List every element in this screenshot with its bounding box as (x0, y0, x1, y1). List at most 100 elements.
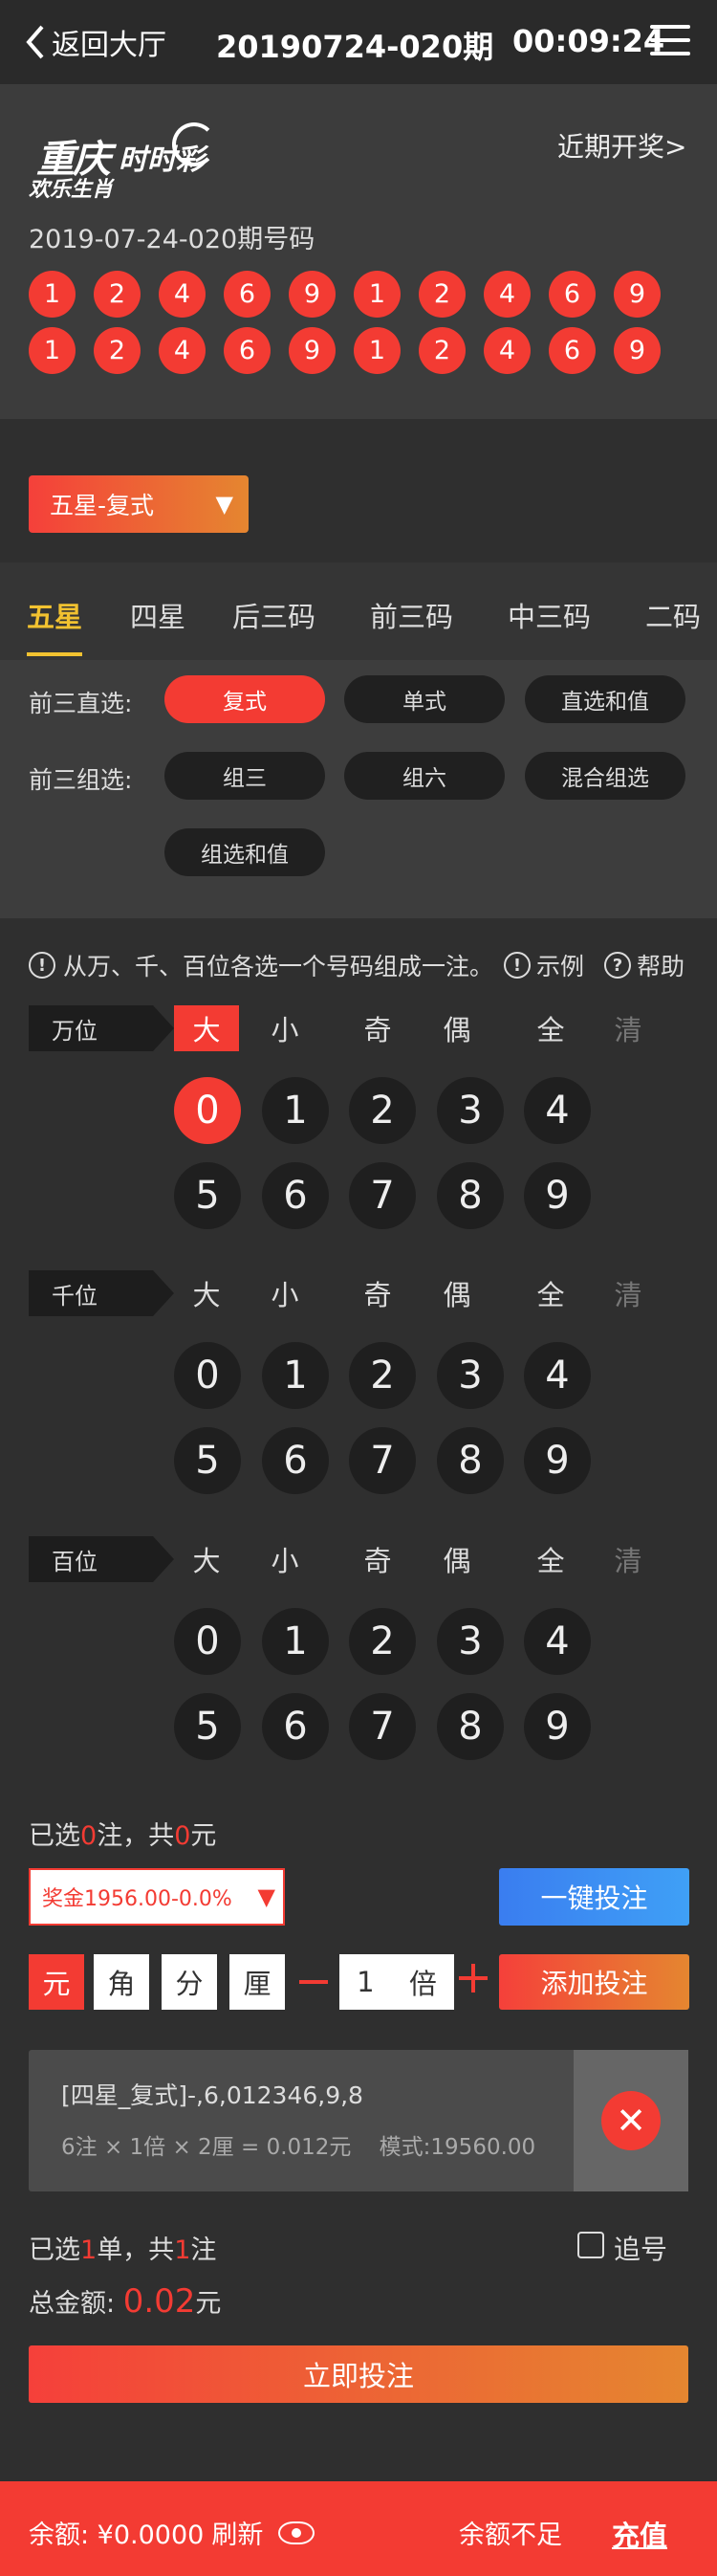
digit-ball[interactable]: 9 (524, 1693, 591, 1760)
back-button[interactable]: 返回大厅 (25, 21, 166, 63)
option-single[interactable]: 单式 (344, 675, 505, 723)
tab-two-code[interactable]: 二码 (645, 595, 701, 635)
digit-ball[interactable]: 6 (262, 1162, 329, 1229)
help-link[interactable]: ? 帮助 (604, 948, 684, 982)
tab-last-three[interactable]: 后三码 (232, 595, 315, 635)
recharge-link[interactable]: 充值 (612, 2514, 667, 2554)
filter-odd[interactable]: 奇 (345, 1005, 410, 1051)
decrease-multiplier-button[interactable] (299, 1980, 328, 1984)
digit-ball[interactable]: 5 (174, 1693, 241, 1760)
balance-footer: 余额: ¥0.0000 刷新 余额不足 充值 (0, 2481, 717, 2576)
tab-five-star[interactable]: 五星 (27, 595, 83, 656)
position-hundreds: 百位 大 小 奇 偶 全 清 0 1 2 3 4 5 6 7 8 9 (0, 1536, 717, 1760)
digit-ball[interactable]: 4 (524, 1077, 591, 1144)
one-key-bet-button[interactable]: 一键投注 (499, 1868, 689, 1926)
draw-ball: 4 (159, 271, 206, 318)
digit-ball[interactable]: 2 (349, 1608, 416, 1675)
digit-ball[interactable]: 7 (349, 1162, 416, 1229)
option-compound[interactable]: 复式 (164, 675, 325, 723)
refresh-button[interactable]: 刷新 (211, 2514, 263, 2551)
option-group-six[interactable]: 组六 (344, 752, 505, 800)
bet-now-button[interactable]: 立即投注 (29, 2345, 688, 2403)
digit-ball[interactable]: 9 (524, 1162, 591, 1229)
digit-ball[interactable]: 7 (349, 1427, 416, 1494)
group-label: 前三组选: (29, 766, 133, 794)
filter-even[interactable]: 偶 (424, 1536, 489, 1582)
draw-ball: 2 (419, 327, 466, 374)
option-mixed-group[interactable]: 混合组选 (525, 752, 685, 800)
digit-ball[interactable]: 5 (174, 1427, 241, 1494)
filter-clear[interactable]: 清 (596, 1536, 661, 1582)
play-tip: ! 从万、千、百位各选一个号码组成一注。 (29, 948, 493, 982)
digit-ball[interactable]: 3 (437, 1342, 504, 1409)
chase-checkbox[interactable] (577, 2232, 604, 2258)
play-mode-dropdown[interactable]: 五星-复式 ▼ (29, 475, 249, 533)
filter-small[interactable]: 小 (252, 1536, 317, 1582)
tab-four-star[interactable]: 四星 (130, 595, 185, 635)
draw-ball: 1 (354, 271, 401, 318)
digit-ball[interactable]: 0 (174, 1608, 241, 1675)
digit-ball[interactable]: 0 (174, 1077, 241, 1144)
position-ten-thousands: 万位 大 小 奇 偶 全 清 0 1 2 3 4 5 6 7 8 9 (0, 1005, 717, 1229)
digit-ball[interactable]: 1 (262, 1077, 329, 1144)
filter-small[interactable]: 小 (252, 1005, 317, 1051)
digit-ball[interactable]: 0 (174, 1342, 241, 1409)
digit-ball[interactable]: 8 (437, 1162, 504, 1229)
digit-ball[interactable]: 4 (524, 1342, 591, 1409)
filter-all[interactable]: 全 (518, 1270, 583, 1316)
play-tabs: 五星 四星 后三码 前三码 中三码 二码 (0, 562, 717, 660)
option-group-three[interactable]: 组三 (164, 752, 325, 800)
digit-ball[interactable]: 2 (349, 1077, 416, 1144)
bet-item: [四星_复式]-,6,012346,9,8 6注 × 1倍 × 2厘 = 0.0… (29, 2050, 688, 2191)
recent-draws-link[interactable]: 近期开奖> (557, 126, 686, 165)
lottery-logo: 重庆 时时彩 欢乐生肖 (29, 122, 220, 202)
filter-small[interactable]: 小 (252, 1270, 317, 1316)
filter-big[interactable]: 大 (174, 1536, 239, 1582)
filter-clear[interactable]: 清 (596, 1270, 661, 1316)
unit-yuan[interactable]: 元 (29, 1954, 84, 2010)
filter-even[interactable]: 偶 (424, 1270, 489, 1316)
digit-ball[interactable]: 2 (349, 1342, 416, 1409)
draw-balls-row-2: 1 2 4 6 9 1 2 4 6 9 (29, 327, 661, 374)
chase-label: 追号 (614, 2234, 668, 2265)
bonus-dropdown[interactable]: 奖金1956.00-0.0% ▼ (29, 1868, 285, 1926)
unit-li[interactable]: 厘 (229, 1954, 285, 2010)
delete-bet-button[interactable]: ✕ (574, 2050, 688, 2191)
digit-ball[interactable]: 9 (524, 1427, 591, 1494)
filter-odd[interactable]: 奇 (345, 1270, 410, 1316)
filter-all[interactable]: 全 (518, 1005, 583, 1051)
filter-even[interactable]: 偶 (424, 1005, 489, 1051)
tab-first-three[interactable]: 前三码 (370, 595, 453, 635)
insufficient-balance-text: 余额不足 (459, 2521, 562, 2550)
filter-big[interactable]: 大 (174, 1270, 239, 1316)
hamburger-menu-icon[interactable] (650, 25, 690, 59)
option-direct-sum[interactable]: 直选和值 (525, 675, 685, 723)
digit-ball[interactable]: 3 (437, 1077, 504, 1144)
increase-multiplier-button[interactable] (459, 1964, 488, 1993)
multiplier-unit: 倍 (408, 1968, 437, 2000)
filter-all[interactable]: 全 (518, 1536, 583, 1582)
digit-ball[interactable]: 8 (437, 1427, 504, 1494)
add-bet-button[interactable]: 添加投注 (499, 1954, 689, 2010)
digit-ball[interactable]: 6 (262, 1427, 329, 1494)
filter-big[interactable]: 大 (174, 1005, 239, 1051)
digit-ball[interactable]: 1 (262, 1608, 329, 1675)
option-group-sum[interactable]: 组选和值 (164, 828, 325, 876)
digit-ball[interactable]: 8 (437, 1693, 504, 1760)
digit-ball[interactable]: 7 (349, 1693, 416, 1760)
close-icon: ✕ (601, 2091, 661, 2150)
digit-ball[interactable]: 4 (524, 1608, 591, 1675)
draw-ball: 2 (419, 271, 466, 318)
unit-jiao[interactable]: 角 (94, 1954, 149, 2010)
multiplier-input[interactable]: 1 倍 (339, 1954, 454, 2010)
filter-odd[interactable]: 奇 (345, 1536, 410, 1582)
digit-ball[interactable]: 6 (262, 1693, 329, 1760)
unit-fen[interactable]: 分 (162, 1954, 217, 2010)
eye-icon[interactable] (278, 2521, 315, 2544)
digit-ball[interactable]: 5 (174, 1162, 241, 1229)
tab-middle-three[interactable]: 中三码 (508, 595, 591, 635)
filter-clear[interactable]: 清 (596, 1005, 661, 1051)
digit-ball[interactable]: 1 (262, 1342, 329, 1409)
example-link[interactable]: ! 示例 (504, 948, 584, 982)
digit-ball[interactable]: 3 (437, 1608, 504, 1675)
